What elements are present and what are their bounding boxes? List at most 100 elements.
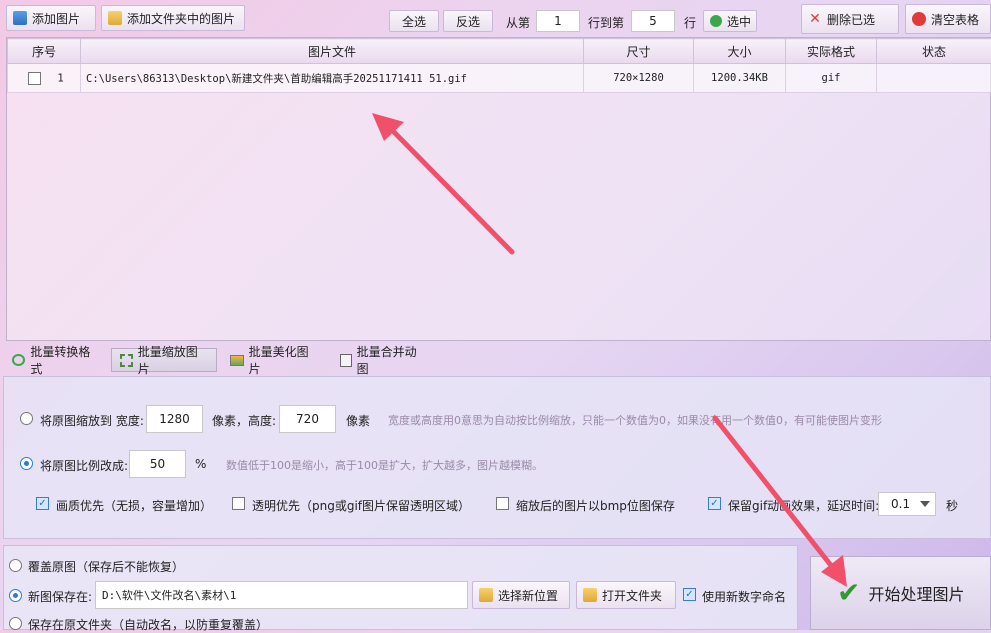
from-row-label: 从第 — [506, 14, 530, 31]
tab-merge-gif[interactable]: 批量合并动图 — [331, 348, 435, 372]
table-row[interactable]: 1 C:\Users\86313\Desktop\新建文件夹\首助编辑高手202… — [8, 64, 991, 93]
to-row-label: 行到第 — [588, 14, 624, 31]
delay-value: 0.1 — [891, 497, 910, 511]
from-row-input[interactable]: 1 — [536, 10, 580, 32]
delete-selected-button[interactable]: ✕ 删除已选 — [801, 4, 899, 34]
tab-convert-format[interactable]: 批量转换格式 — [3, 348, 107, 372]
delete-x-icon: ✕ — [808, 12, 822, 26]
resize-by-ratio-label: 将原图比例改成: — [40, 457, 128, 474]
transparent-first-label: 透明优先（png或gif图片保留透明区域） — [252, 497, 470, 514]
save-new-label: 新图保存在: — [28, 588, 92, 605]
start-processing-button[interactable]: ✔ 开始处理图片 — [810, 556, 991, 630]
pixel-unit-label: 像素 — [346, 412, 370, 429]
select-rows-label: 选中 — [727, 13, 751, 30]
table-header-row: 序号 图片文件 尺寸 大小 实际格式 状态 — [8, 39, 991, 64]
quality-first-checkbox[interactable]: ✓ — [36, 497, 49, 510]
choose-location-button[interactable]: 选择新位置 — [472, 581, 570, 609]
column-header-index[interactable]: 序号 — [8, 39, 81, 64]
save-new-radio[interactable] — [9, 589, 22, 602]
save-original-folder-radio[interactable] — [9, 617, 22, 630]
use-new-number-checkbox[interactable]: ✓ — [683, 588, 696, 601]
overwrite-radio[interactable] — [9, 559, 22, 572]
tab-beautify-images[interactable]: 批量美化图片 — [221, 348, 327, 372]
ratio-value: 50 — [150, 457, 165, 471]
open-folder-button[interactable]: 打开文件夹 — [576, 581, 676, 609]
delay-select[interactable]: 0.1 — [878, 492, 936, 516]
choose-location-label: 选择新位置 — [498, 587, 558, 604]
column-header-status[interactable]: 状态 — [877, 39, 991, 64]
ratio-input[interactable]: 50 — [129, 450, 186, 478]
folder-image-icon — [108, 11, 122, 25]
resize-icon — [120, 354, 133, 367]
to-row-input[interactable]: 5 — [631, 10, 675, 32]
resize-by-ratio-radio[interactable] — [20, 457, 33, 470]
picture-icon — [230, 355, 244, 366]
chevron-down-icon — [920, 501, 930, 507]
save-original-folder-label: 保存在原文件夹（自动改名，以防重复覆盖） — [28, 616, 268, 633]
row-index: 1 — [57, 72, 63, 84]
invert-selection-button[interactable]: 反选 — [443, 10, 493, 32]
folder-add-icon — [479, 588, 493, 602]
tab-beautify-images-label: 批量美化图片 — [249, 343, 318, 377]
clear-circle-icon — [912, 12, 926, 26]
select-all-label: 全选 — [402, 13, 426, 30]
tab-resize-images[interactable]: 批量缩放图片 — [111, 348, 217, 372]
row-file-cell: C:\Users\86313\Desktop\新建文件夹\首助编辑高手20251… — [81, 64, 584, 93]
height-value: 720 — [296, 412, 319, 426]
folder-icon — [583, 588, 597, 602]
from-row-value: 1 — [554, 14, 562, 28]
save-path-input[interactable]: D:\软件\文件改名\素材\1 — [95, 581, 468, 609]
merge-icon — [340, 354, 352, 367]
convert-icon — [12, 354, 25, 366]
column-header-size[interactable]: 大小 — [694, 39, 786, 64]
open-folder-label: 打开文件夹 — [602, 587, 662, 604]
quality-first-label: 画质优先（无损，容量增加） — [56, 497, 212, 514]
add-folder-images-label: 添加文件夹中的图片 — [127, 10, 235, 27]
add-folder-images-button[interactable]: 添加文件夹中的图片 — [101, 5, 245, 31]
tab-merge-gif-label: 批量合并动图 — [357, 343, 426, 377]
column-header-file[interactable]: 图片文件 — [81, 39, 584, 64]
resize-hint: 宽度或高度用0意思为自动按比例缩放，只能一个数值为0，如果没有用一个数值0，有可… — [388, 412, 882, 428]
select-rows-button[interactable]: 选中 — [703, 10, 757, 32]
column-header-dimensions[interactable]: 尺寸 — [584, 39, 694, 64]
start-processing-label: 开始处理图片 — [868, 581, 964, 605]
keep-gif-label: 保留gif动画效果，延迟时间: — [728, 497, 879, 514]
percent-label: % — [195, 457, 206, 471]
row-index-cell: 1 — [8, 64, 81, 93]
check-circle-icon — [710, 15, 722, 27]
resize-to-size-radio[interactable] — [20, 412, 33, 425]
add-image-icon — [13, 11, 27, 25]
height-input[interactable]: 720 — [279, 405, 336, 433]
add-image-button[interactable]: 添加图片 — [6, 5, 96, 31]
add-image-label: 添加图片 — [32, 10, 80, 27]
invert-selection-label: 反选 — [456, 13, 480, 30]
save-bmp-label: 缩放后的图片以bmp位图保存 — [516, 497, 675, 514]
row-dimensions-cell: 720×1280 — [584, 64, 694, 93]
save-bmp-checkbox[interactable] — [496, 497, 509, 510]
image-table: 序号 图片文件 尺寸 大小 实际格式 状态 1 C:\Users\86313\D… — [7, 38, 991, 93]
row-checkbox[interactable] — [28, 72, 41, 85]
to-row-value: 5 — [649, 14, 657, 28]
clear-table-label: 清空表格 — [931, 11, 979, 28]
clear-table-button[interactable]: 清空表格 — [905, 4, 991, 34]
tab-resize-images-label: 批量缩放图片 — [138, 343, 208, 377]
overwrite-label: 覆盖原图（保存后不能恢复） — [28, 558, 184, 575]
width-input[interactable]: 1280 — [146, 405, 203, 433]
select-all-button[interactable]: 全选 — [389, 10, 439, 32]
use-new-number-label: 使用新数字命名 — [702, 588, 786, 605]
tab-convert-format-label: 批量转换格式 — [30, 343, 98, 377]
transparent-first-checkbox[interactable] — [232, 497, 245, 510]
save-path-value: D:\软件\文件改名\素材\1 — [102, 587, 236, 603]
seconds-label: 秒 — [946, 497, 958, 514]
row-size-cell: 1200.34KB — [694, 64, 786, 93]
row-format-cell: gif — [786, 64, 877, 93]
green-check-icon: ✔ — [837, 579, 860, 607]
column-header-format[interactable]: 实际格式 — [786, 39, 877, 64]
row-status-cell — [877, 64, 991, 93]
ratio-hint: 数值低于100是缩小，高于100是扩大，扩大越多，图片越模糊。 — [226, 457, 543, 473]
width-value: 1280 — [159, 412, 190, 426]
keep-gif-checkbox[interactable]: ✓ — [708, 497, 721, 510]
row-unit-label: 行 — [684, 14, 696, 31]
delete-selected-label: 删除已选 — [827, 11, 875, 28]
resize-to-size-label: 将原图缩放到 宽度: — [40, 412, 144, 429]
